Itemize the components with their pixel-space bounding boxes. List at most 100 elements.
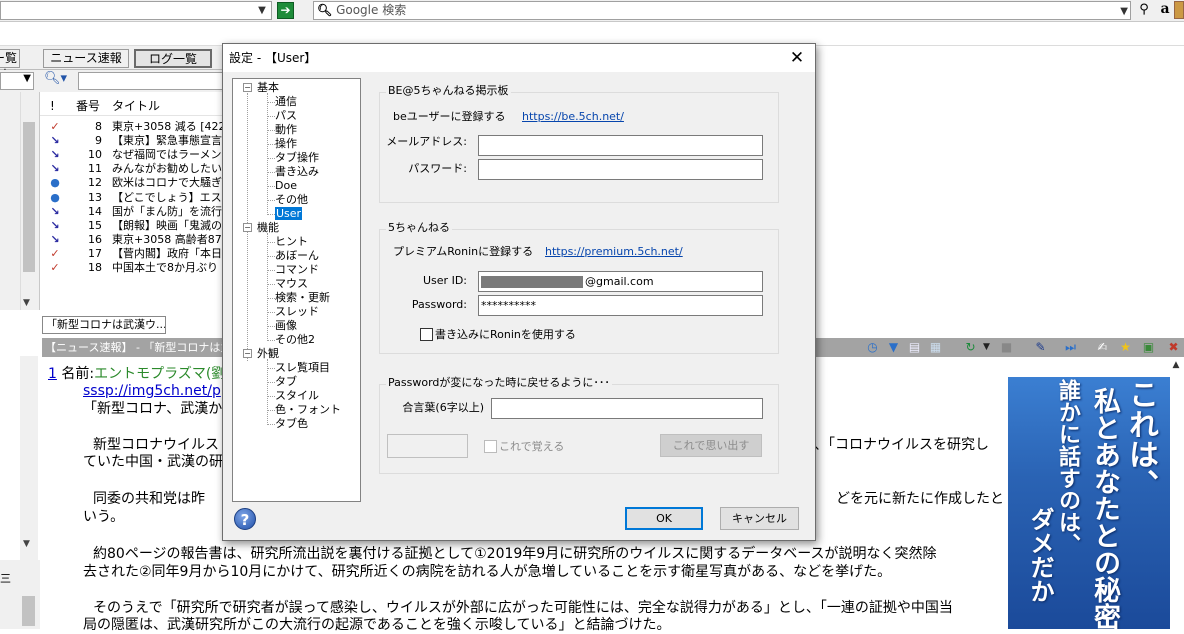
scroll-thumb[interactable] xyxy=(22,596,35,626)
tree-item[interactable]: 操作 xyxy=(275,137,297,151)
filter-icon[interactable]: ▼ xyxy=(886,339,901,355)
column-title[interactable]: タイトル xyxy=(112,96,160,116)
res-number[interactable]: 1 xyxy=(48,366,57,382)
thread-tab[interactable]: 「新型コロナは武漢ウ... xyxy=(42,316,166,334)
tree-item[interactable]: マウス xyxy=(275,277,308,291)
tree-item[interactable]: タブ色 xyxy=(275,417,308,431)
left-lower-scrollbar[interactable]: ▼ xyxy=(20,356,38,629)
tree-item[interactable]: User xyxy=(275,207,303,221)
list-item[interactable]: ● 12 欧米はコロナで大騒ぎ xyxy=(40,176,225,190)
tree-expander-icon[interactable]: − xyxy=(243,223,252,232)
be-register-link[interactable]: https://be.5ch.net/ xyxy=(522,110,624,124)
ronin-password-input[interactable]: ********** xyxy=(478,295,763,316)
ok-button[interactable]: OK xyxy=(625,507,703,530)
save-icon[interactable]: ▦ xyxy=(928,339,943,355)
use-ronin-checkbox[interactable] xyxy=(420,328,433,341)
tree-item[interactable]: 基本 xyxy=(257,81,279,95)
close-button[interactable]: ✕ xyxy=(787,48,807,68)
chevron-down-icon[interactable]: ▼ xyxy=(23,298,30,308)
chevron-down-icon[interactable]: ▼ xyxy=(255,3,269,18)
help-button[interactable]: ? xyxy=(234,508,256,530)
chevron-down-icon[interactable]: ▼ xyxy=(1120,3,1128,20)
tree-item[interactable]: コマンド xyxy=(275,263,319,277)
thread-list-scrollbar[interactable]: ▼ xyxy=(20,92,37,310)
search-button[interactable]: ⚲ xyxy=(1135,1,1153,19)
chevron-down-icon[interactable]: ▼ xyxy=(979,339,994,355)
extra-toolbar-button[interactable] xyxy=(1174,1,1184,19)
list-item[interactable]: ↘ 16 東京+3058 高齢者87 xyxy=(40,233,225,247)
star-icon[interactable]: ★ xyxy=(1118,339,1133,355)
thread-list-header: ! 番号 タイトル xyxy=(40,96,225,116)
list-item[interactable]: ↘ 14 国が「まん防」を流行 xyxy=(40,205,225,219)
tab-reading[interactable]: ー覧中 xyxy=(0,49,20,82)
advertisement-banner[interactable]: これは、 私とあなたとの秘密 誰かに話すのは、 ダメだか xyxy=(1008,377,1170,629)
tree-expander-icon[interactable]: − xyxy=(243,349,252,358)
refresh-icon[interactable]: ↻ xyxy=(963,339,978,355)
chevron-up-icon[interactable]: ▲ xyxy=(1168,360,1184,380)
jump-icon[interactable]: ⏭ xyxy=(1063,339,1078,355)
list-item[interactable]: ✓ 17 【菅内閣】政府「本日か xyxy=(40,247,232,261)
list-item[interactable]: ● 13 【どこでしょう】エスカレ xyxy=(40,191,232,205)
tab-news[interactable]: ニュース速報 xyxy=(43,49,129,68)
list-item[interactable]: ↘ 11 みんながお勧めしたい xyxy=(40,162,225,176)
list-item[interactable]: ↘ 9 【東京】緊急事態宣言 xyxy=(40,134,225,148)
cancel-button[interactable]: キャンセル xyxy=(720,507,799,530)
pen-icon[interactable]: ✎ xyxy=(1033,339,1048,355)
find-button[interactable]: 🔍︎▾ xyxy=(44,71,74,90)
scroll-thumb[interactable] xyxy=(23,122,35,272)
mail-input[interactable] xyxy=(478,135,763,156)
recall-button[interactable]: これで思い出す xyxy=(660,434,762,457)
search-input[interactable]: 🔍︎ Google 検索 ▼ xyxy=(313,1,1131,20)
list-item[interactable]: ↘ 10 なぜ福岡ではラーメン xyxy=(40,148,225,162)
tab-log-list[interactable]: ログ一覧 xyxy=(134,49,212,68)
notepad-icon[interactable]: ✍ xyxy=(1095,339,1110,355)
filter-combobox[interactable]: ▼ xyxy=(0,72,34,90)
document-icon[interactable]: ▤ xyxy=(907,339,922,355)
tree-item[interactable]: 機能 xyxy=(257,221,279,235)
tree-item[interactable]: 動作 xyxy=(275,123,297,137)
tree-item[interactable]: パス xyxy=(275,109,297,123)
chevron-down-icon[interactable]: ▼ xyxy=(23,539,30,549)
tree-item[interactable]: 色・フォント xyxy=(275,403,341,417)
list-item[interactable]: ↘ 15 【朗報】映画「鬼滅の刃 xyxy=(40,219,232,233)
tree-item[interactable]: 検索・更新 xyxy=(275,291,330,305)
dialog-title: 設定 - 【User】 xyxy=(223,44,815,72)
column-flag[interactable]: ! xyxy=(50,96,55,116)
tree-item[interactable]: その他 xyxy=(275,193,308,207)
address-combobox[interactable]: ▼ xyxy=(0,1,272,20)
settings-tree[interactable]: − 基本 通信 パス 動作 操作 タブ操作 書き込み Doe その他 User − 機能 ヒント あぼーんコ… xyxy=(232,78,361,502)
tree-item[interactable]: タブ操作 xyxy=(275,151,319,165)
tree-item[interactable]: その他2 xyxy=(275,333,315,347)
list-item[interactable]: ✓ 18 中国本土で8か月ぶり xyxy=(40,261,225,275)
tree-item[interactable]: 書き込み xyxy=(275,165,319,179)
list-item[interactable]: ✓ 8 東京+3058 減る [422 xyxy=(40,120,225,134)
tree-item[interactable]: 外観 xyxy=(257,347,279,361)
userid-input[interactable]: @gmail.com xyxy=(478,271,763,292)
amazon-search-button[interactable]: a xyxy=(1157,1,1173,19)
use-ronin-label[interactable]: 書き込みにRoninを使用する xyxy=(435,328,576,342)
tree-item[interactable]: あぼーん xyxy=(275,249,319,263)
stop-icon[interactable]: ■ xyxy=(999,339,1014,355)
tree-item[interactable]: スタイル xyxy=(275,389,319,403)
remember-checkbox[interactable] xyxy=(484,440,497,453)
password-input[interactable] xyxy=(478,159,763,180)
tree-item[interactable]: ヒント xyxy=(275,235,308,249)
tree-item[interactable]: 通信 xyxy=(275,95,297,109)
phrase-input[interactable] xyxy=(491,398,763,419)
tree-item[interactable]: 画像 xyxy=(275,319,297,333)
remember-label[interactable]: これで覚える xyxy=(499,440,564,454)
tree-item-label: パス xyxy=(275,109,297,122)
column-number[interactable]: 番号 xyxy=(76,96,100,116)
close-icon[interactable]: ✖ xyxy=(1166,339,1181,355)
tree-item[interactable]: スレッド xyxy=(275,305,319,319)
go-button[interactable]: ➔ xyxy=(277,2,294,19)
tree-item[interactable]: Doe xyxy=(275,179,297,193)
tree-item[interactable]: スレ覧項目 xyxy=(275,361,330,375)
tree-expander-icon[interactable]: − xyxy=(243,83,252,92)
post-link[interactable]: sssp://img5ch.net/p xyxy=(83,383,221,400)
tree-item[interactable]: タブ xyxy=(275,375,297,389)
find-input[interactable] xyxy=(78,72,238,90)
window-icon[interactable]: ▣ xyxy=(1141,339,1156,355)
premium-link[interactable]: https://premium.5ch.net/ xyxy=(545,245,683,259)
clock-icon[interactable]: ◷ xyxy=(865,339,880,355)
